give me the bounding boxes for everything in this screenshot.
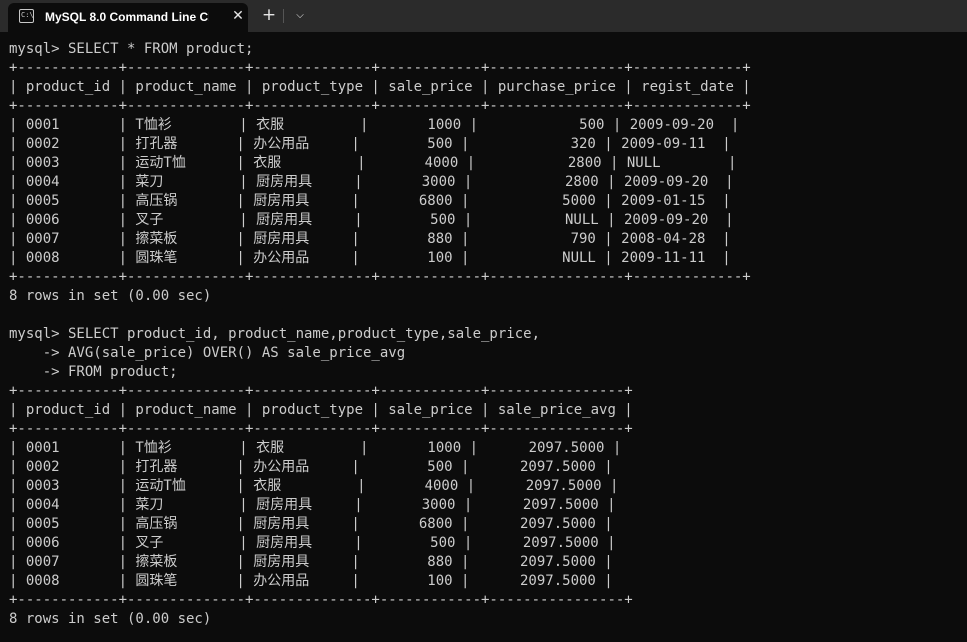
terminal-line: 8 rows in set (0.00 sec) [9, 288, 212, 304]
terminal-line: | product_id | product_name | product_ty… [9, 79, 751, 95]
terminal-line: +------------+--------------+-----------… [9, 269, 751, 285]
terminal-line: | 0003 | 运动T恤 | 衣服 | 4000 | 2097.5000 | [9, 478, 619, 494]
terminal-line: | product_id | product_name | product_ty… [9, 402, 633, 418]
terminal-line: +------------+--------------+-----------… [9, 421, 633, 437]
terminal-line: | 0005 | 高压锅 | 厨房用具 | 6800 | 2097.5000 | [9, 516, 613, 532]
terminal-line: | 0006 | 叉子 | 厨房用具 | 500 | NULL | 2009-0… [9, 212, 734, 228]
tab-mysql-cli[interactable]: C:\ MySQL 8.0 Command Line Cli ✕ [8, 3, 248, 32]
terminal-line: mysql> SELECT product_id, product_name,p… [9, 326, 541, 342]
terminal-line: | 0002 | 打孔器 | 办公用品 | 500 | 2097.5000 | [9, 459, 613, 475]
terminal-line: +------------+--------------+-----------… [9, 592, 633, 608]
terminal-line: 8 rows in set (0.00 sec) [9, 611, 212, 627]
terminal-line: | 0003 | 运动T恤 | 衣服 | 4000 | 2800 | NULL … [9, 155, 737, 171]
close-tab-button[interactable]: ✕ [229, 7, 247, 25]
terminal-line: | 0005 | 高压锅 | 厨房用具 | 6800 | 5000 | 2009… [9, 193, 731, 209]
terminal-window: C:\ MySQL 8.0 Command Line Cli ✕ + ⌵ mys… [0, 0, 967, 642]
terminal-line: | 0004 | 菜刀 | 厨房用具 | 3000 | 2800 | 2009-… [9, 174, 734, 190]
terminal-line: | 0007 | 擦菜板 | 厨房用具 | 880 | 2097.5000 | [9, 554, 613, 570]
terminal-line: -> AVG(sale_price) OVER() AS sale_price_… [9, 345, 406, 361]
terminal-line: -> FROM product; [9, 364, 178, 380]
terminal-output[interactable]: mysql> SELECT * FROM product; +---------… [9, 40, 959, 640]
terminal-line: | 0006 | 叉子 | 厨房用具 | 500 | 2097.5000 | [9, 535, 616, 551]
terminal-line: +------------+--------------+-----------… [9, 98, 751, 114]
console-icon: C:\ [19, 9, 34, 23]
terminal-line: | 0008 | 圆珠笔 | 办公用品 | 100 | 2097.5000 | [9, 573, 613, 589]
terminal-line: | 0002 | 打孔器 | 办公用品 | 500 | 320 | 2009-0… [9, 136, 731, 152]
terminal-line: | 0001 | T恤衫 | 衣服 | 1000 | 500 | 2009-09… [9, 117, 740, 133]
tab-title: MySQL 8.0 Command Line Cli [45, 10, 209, 24]
titlebar-divider [283, 9, 284, 23]
terminal-line: +------------+--------------+-----------… [9, 383, 633, 399]
new-tab-button[interactable]: + [258, 5, 280, 27]
chevron-down-icon[interactable]: ⌵ [289, 5, 311, 27]
terminal-line: +------------+--------------+-----------… [9, 60, 751, 76]
terminal-line: | 0008 | 圆珠笔 | 办公用品 | 100 | NULL | 2009-… [9, 250, 731, 266]
terminal-line: mysql> SELECT * FROM product; [9, 41, 254, 57]
terminal-line: | 0001 | T恤衫 | 衣服 | 1000 | 2097.5000 | [9, 440, 622, 456]
terminal-line: | 0004 | 菜刀 | 厨房用具 | 3000 | 2097.5000 | [9, 497, 616, 513]
title-bar: C:\ MySQL 8.0 Command Line Cli ✕ + ⌵ [0, 0, 967, 32]
terminal-line: | 0007 | 擦菜板 | 厨房用具 | 880 | 790 | 2008-0… [9, 231, 731, 247]
